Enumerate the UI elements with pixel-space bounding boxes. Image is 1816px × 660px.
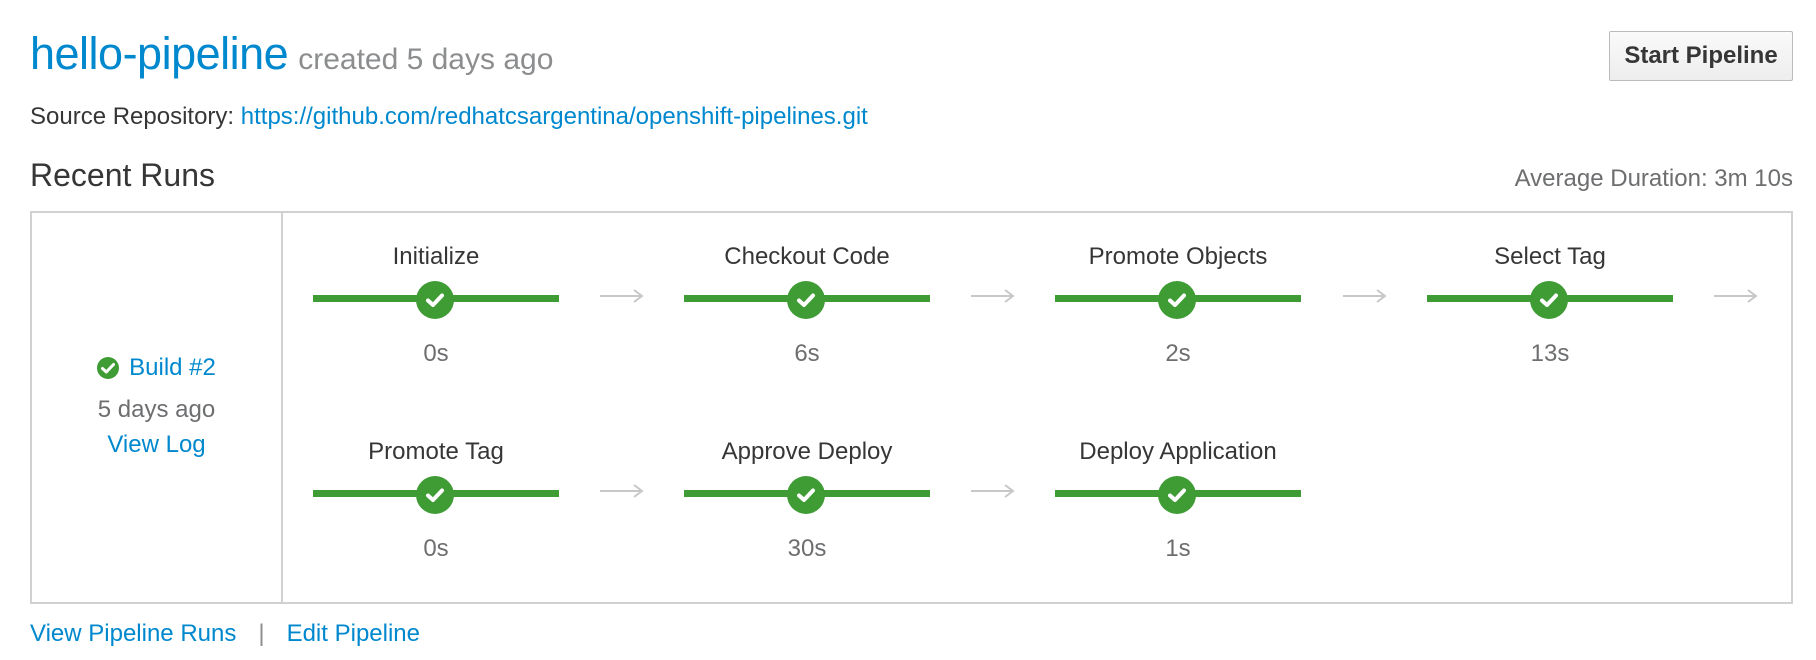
view-log-row: View Log <box>32 431 281 459</box>
stage-success-icon <box>787 281 825 319</box>
stage-success-icon <box>416 476 454 514</box>
arrow-right-icon <box>600 289 644 303</box>
stage-name: Promote Tag <box>368 438 504 465</box>
stage-name: Select Tag <box>1494 243 1606 270</box>
success-check-icon <box>97 357 120 379</box>
recent-runs-title: Recent Runs <box>30 157 215 193</box>
stage-duration: 13s <box>1530 340 1570 367</box>
arrow-right-icon <box>1714 289 1758 303</box>
start-pipeline-button[interactable]: Start Pipeline <box>1609 31 1793 81</box>
build-title-row: Build #2 <box>32 354 281 382</box>
source-repository: Source Repository: https://github.com/re… <box>30 103 868 131</box>
stage-deploy-application[interactable]: Deploy Application 1s <box>1055 438 1301 568</box>
stage-name: Promote Objects <box>1088 243 1268 270</box>
arrow-right-icon <box>1343 289 1387 303</box>
build-summary: Build #2 5 days ago View Log <box>32 213 283 602</box>
edit-pipeline-link[interactable]: Edit Pipeline <box>287 620 420 648</box>
build-time: 5 days ago <box>97 396 216 423</box>
source-repository-link[interactable]: https://github.com/redhatcsargentina/ope… <box>241 103 868 130</box>
pipeline-name: hello-pipeline <box>30 28 289 79</box>
stage-name: Initialize <box>392 243 480 270</box>
average-duration: Average Duration: 3m 10s <box>1514 165 1793 192</box>
arrow-right-icon <box>600 484 644 498</box>
stage-success-icon <box>416 281 454 319</box>
stage-duration: 1s <box>1165 535 1191 562</box>
stage-approve-deploy[interactable]: Approve Deploy 30s <box>684 438 930 568</box>
stage-name: Checkout Code <box>724 243 890 270</box>
stage-checkout-code[interactable]: Checkout Code 6s <box>684 243 930 373</box>
page-header: hello-pipeline created 5 days ago <box>30 28 553 80</box>
arrow-right-icon <box>971 484 1015 498</box>
created-timestamp: created 5 days ago <box>298 43 554 76</box>
view-pipeline-runs-link[interactable]: View Pipeline Runs <box>30 620 236 648</box>
stage-success-icon <box>1158 476 1196 514</box>
link-separator: | <box>258 620 265 647</box>
stage-select-tag[interactable]: Select Tag 13s <box>1427 243 1673 373</box>
stage-duration: 0s <box>423 340 449 367</box>
stage-name: Deploy Application <box>1079 438 1277 465</box>
stage-promote-objects[interactable]: Promote Objects 2s <box>1055 243 1301 373</box>
recent-runs-panel: Build #2 5 days ago View Log Initialize … <box>30 211 1793 604</box>
stage-duration: 0s <box>423 535 449 562</box>
stage-name: Approve Deploy <box>721 438 893 465</box>
stage-initialize[interactable]: Initialize 0s <box>313 243 559 373</box>
build-link[interactable]: Build #2 <box>129 354 216 382</box>
view-log-link[interactable]: View Log <box>107 431 205 458</box>
footer-links: View Pipeline Runs | Edit Pipeline <box>30 620 420 648</box>
source-repository-label: Source Repository: <box>30 103 235 130</box>
stage-promote-tag[interactable]: Promote Tag 0s <box>313 438 559 568</box>
stage-duration: 2s <box>1165 340 1191 367</box>
arrow-right-icon <box>971 289 1015 303</box>
stage-duration: 6s <box>794 340 820 367</box>
stage-success-icon <box>1530 281 1568 319</box>
stage-success-icon <box>1158 281 1196 319</box>
stage-duration: 30s <box>787 535 827 562</box>
stage-success-icon <box>787 476 825 514</box>
